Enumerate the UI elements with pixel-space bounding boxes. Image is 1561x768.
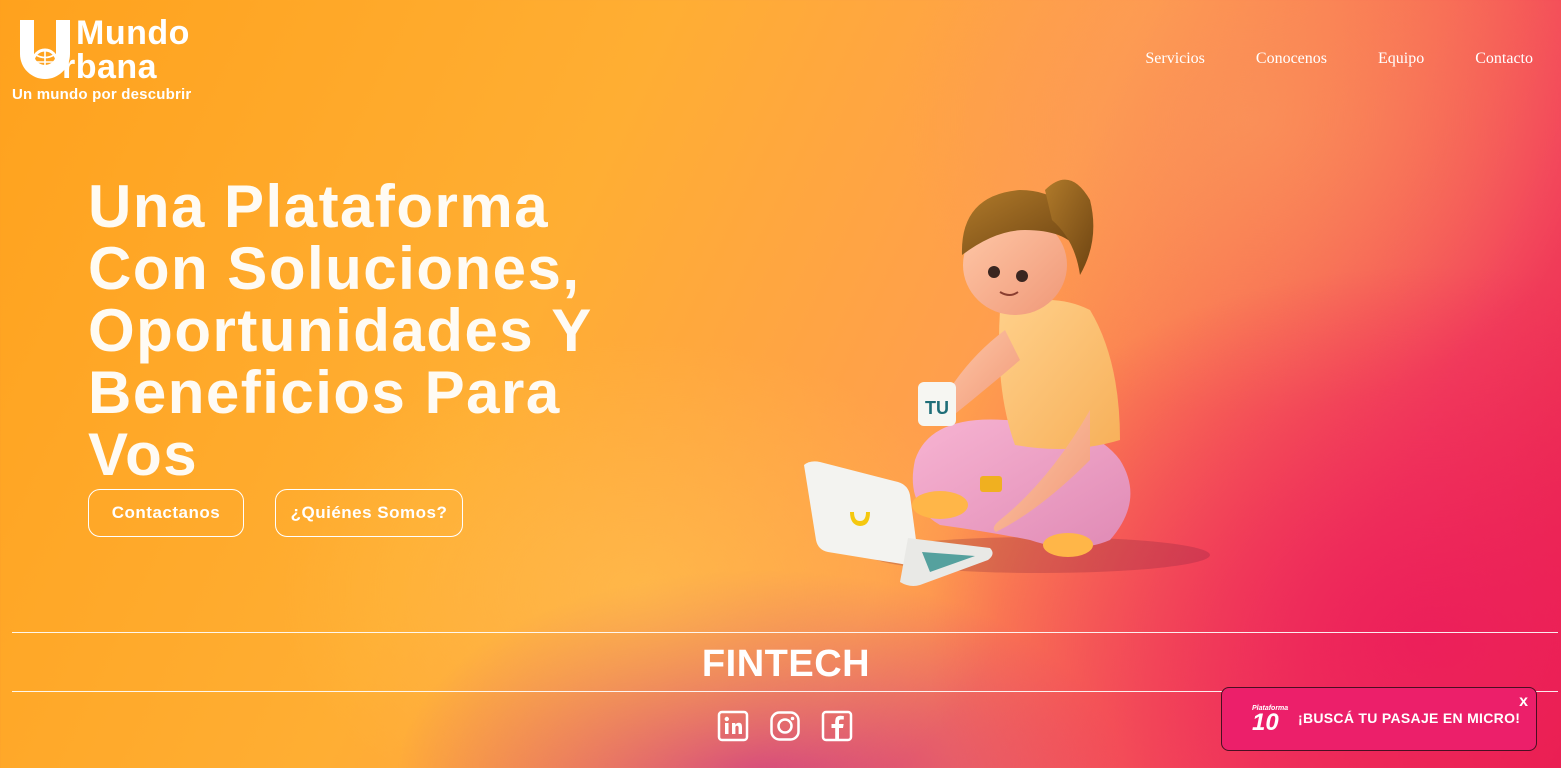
nav-contacto[interactable]: Contacto <box>1475 50 1533 68</box>
promo-text: ¡BUSCÁ TU PASAJE EN MICRO! <box>1298 710 1521 726</box>
hero-title-line: Oportunidades Y <box>88 297 593 364</box>
hero-title: Una Plataforma Con Soluciones, Oportunid… <box>88 176 728 486</box>
promo-close-button[interactable]: x <box>1519 693 1528 711</box>
logo-word-urbana: rbana <box>62 48 158 86</box>
logo-word-mundo: Mundo <box>76 14 190 52</box>
facebook-icon[interactable] <box>821 710 853 742</box>
nav-conocenos[interactable]: Conocenos <box>1256 50 1327 68</box>
hero-title-line: Vos <box>88 421 199 488</box>
linkedin-icon[interactable] <box>717 710 749 742</box>
hero-illustration: TU <box>804 179 1210 586</box>
hero-title-line: Beneficios Para <box>88 359 561 426</box>
contact-button[interactable]: Contactanos <box>88 489 244 537</box>
about-us-button[interactable]: ¿Quiénes Somos? <box>275 489 463 537</box>
logo-tagline: Un mundo por descubrir <box>12 86 192 103</box>
hero-title-line: Con Soluciones, <box>88 235 581 302</box>
main-nav: Servicios Conocenos Equipo Contacto <box>1145 50 1533 68</box>
social-links <box>717 710 853 742</box>
divider-top <box>12 632 1558 633</box>
promo-banner[interactable]: Plataforma 10 ¡BUSCÁ TU PASAJE EN MICRO!… <box>1221 687 1537 751</box>
plataforma10-logo: Plataforma 10 <box>1252 705 1294 737</box>
mug-label: TU <box>925 398 949 418</box>
nav-servicios[interactable]: Servicios <box>1145 50 1205 68</box>
site-logo[interactable]: Mundo rbana Un mundo por descubrir <box>12 14 212 109</box>
promo-brand-big: 10 <box>1252 709 1279 736</box>
hero-title-line: Una Plataforma <box>88 173 550 240</box>
instagram-icon[interactable] <box>769 710 801 742</box>
fintech-label: FINTECH <box>701 643 871 685</box>
nav-equipo[interactable]: Equipo <box>1378 50 1424 68</box>
